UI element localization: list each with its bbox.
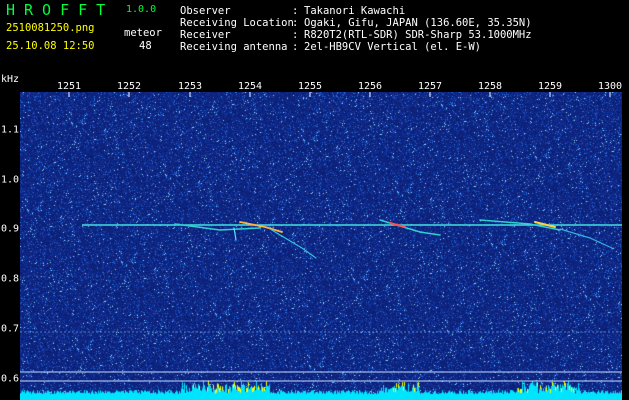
meteor-count: 48 [139,40,152,52]
antenna-colon: : [292,41,299,53]
y-tick-label: 0.6 [1,373,20,385]
location-value: Ogaki, Gifu, JAPAN (136.60E, 35.35N) [304,17,532,29]
x-tick-label: 1252 [116,81,142,92]
x-tick-label: 1300 [597,81,623,92]
app-title: HROFFT [6,1,115,19]
y-tick-label: 0.8 [1,273,20,285]
x-tick-label: 1258 [477,81,503,92]
spectrogram-plot[interactable] [20,92,622,400]
timestamp: 25.10.08 12:50 [6,40,95,52]
filename: 2510081250.png [6,22,95,34]
x-tick-label: 1257 [417,81,443,92]
y-tick-label: 1.1 [1,124,20,136]
receiver-colon: : [292,29,299,41]
receiver-value: R820T2(RTL-SDR) SDR-Sharp 53.1000MHz [304,29,532,41]
x-tick-label: 1256 [357,81,383,92]
x-tick-label: 1255 [297,81,323,92]
observer-value: Takanori Kawachi [304,5,406,17]
y-tick-label: 0.9 [1,223,20,235]
location-colon: : [292,17,299,29]
receiver-label: Receiver [180,29,231,41]
location-label: Receiving Location [180,17,294,29]
y-unit-label: kHz [1,74,20,85]
header-panel: HROFFT 1.0.0 2510081250.png 25.10.08 12:… [0,0,629,77]
x-tick-marks [68,92,611,97]
x-tick-label: 1253 [177,81,203,92]
y-tick-label: 1.0 [1,174,20,186]
meteor-echo [379,219,441,236]
x-tick-label: 1254 [237,81,263,92]
meteor-echo [559,228,613,249]
antenna-label: Receiving antenna [180,41,288,53]
y-tick-label: 0.7 [1,323,20,335]
x-tick-label: 1259 [537,81,563,92]
meteor-label: meteor [124,27,162,39]
meteor-echo [269,228,317,259]
meteor-echo [239,221,283,233]
app-version: 1.0.0 [126,4,157,15]
x-tick-label: 1251 [56,81,82,92]
observer-label: Observer [180,5,231,17]
observer-colon: : [292,5,299,17]
spectrogram-overlay [20,92,622,382]
antenna-value: 2el-HB9CV Vertical (el. E-W) [304,41,482,53]
